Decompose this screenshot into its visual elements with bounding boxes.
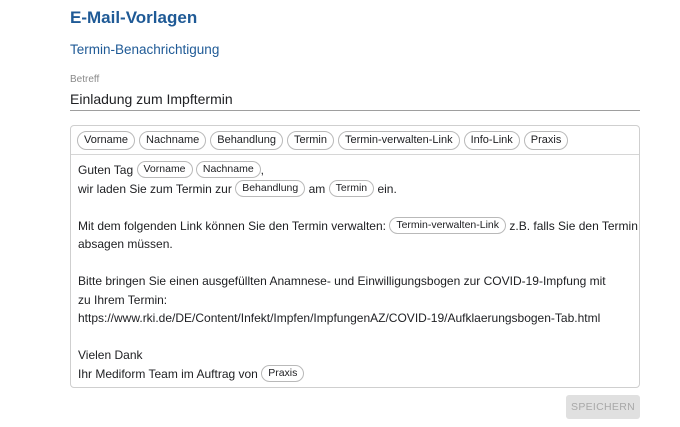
toolbar-chip-praxis[interactable]: Praxis [523,131,569,150]
manage-text-a: Mit dem folgenden Link können Sie den Te… [78,218,386,233]
comma-text: , [260,163,264,177]
invitation-text-b: am [308,181,326,196]
body-line-thanks: Vielen Dank [78,348,143,362]
save-button[interactable]: SPEICHERN [566,395,640,419]
body-line-manage-link: Mit dem folgenden Link können Sie den Te… [78,216,638,236]
greeting-text: Guten Tag [78,163,134,177]
manage-text-b: z.B. falls Sie den Termin [509,218,638,233]
body-line-bring-forms: Bitte bringen Sie einen ausgefüllten Ana… [78,274,606,288]
email-body-text[interactable]: Guten Tag Vorname Nachname, wir laden Si… [78,161,638,384]
email-body-editor[interactable]: Vorname Nachname Behandlung Termin Termi… [70,125,640,388]
invitation-text-c: ein. [377,181,397,196]
toolbar-chip-vorname[interactable]: Vorname [77,131,136,150]
body-line-url: https://www.rki.de/DE/Content/Infekt/Imp… [78,311,601,325]
toolbar-chip-nachname[interactable]: Nachname [139,131,207,150]
body-line-cancel: absagen müssen. [78,237,173,251]
inline-chip-behandlung[interactable]: Behandlung [235,179,306,197]
body-line-greeting: Guten Tag Vorname Nachname, [78,161,634,180]
invitation-text-a: wir laden Sie zum Termin zur [78,181,232,196]
subject-label: Betreff [70,74,100,85]
placeholder-toolbar: Vorname Nachname Behandlung Termin Termi… [71,126,639,155]
inline-chip-praxis[interactable]: Praxis [261,364,305,382]
page-title: E-Mail-Vorlagen [70,8,198,27]
body-line-invitation: wir laden Sie zum Termin zur Behandlung … [78,179,634,199]
toolbar-chip-behandlung[interactable]: Behandlung [210,131,283,150]
inline-chip-termin[interactable]: Termin [328,179,375,197]
inline-chip-vorname[interactable]: Vorname [136,161,193,179]
toolbar-chip-info-link[interactable]: Info-Link [463,131,520,150]
toolbar-chip-termin[interactable]: Termin [286,131,334,150]
section-title: Termin-Benachrichtigung [70,42,220,57]
signature-text: Ihr Mediform Team im Auftrag von [78,366,258,381]
inline-chip-nachname[interactable]: Nachname [195,161,261,179]
body-line-signature: Ihr Mediform Team im Auftrag von Praxis [78,364,634,384]
toolbar-chip-termin-verwalten-link[interactable]: Termin-verwalten-Link [337,131,460,150]
inline-chip-termin-verwalten-link[interactable]: Termin-verwalten-Link [389,216,507,234]
subject-input[interactable] [70,86,640,111]
body-line-to-appointment: zu Ihrem Termin: [78,292,168,307]
